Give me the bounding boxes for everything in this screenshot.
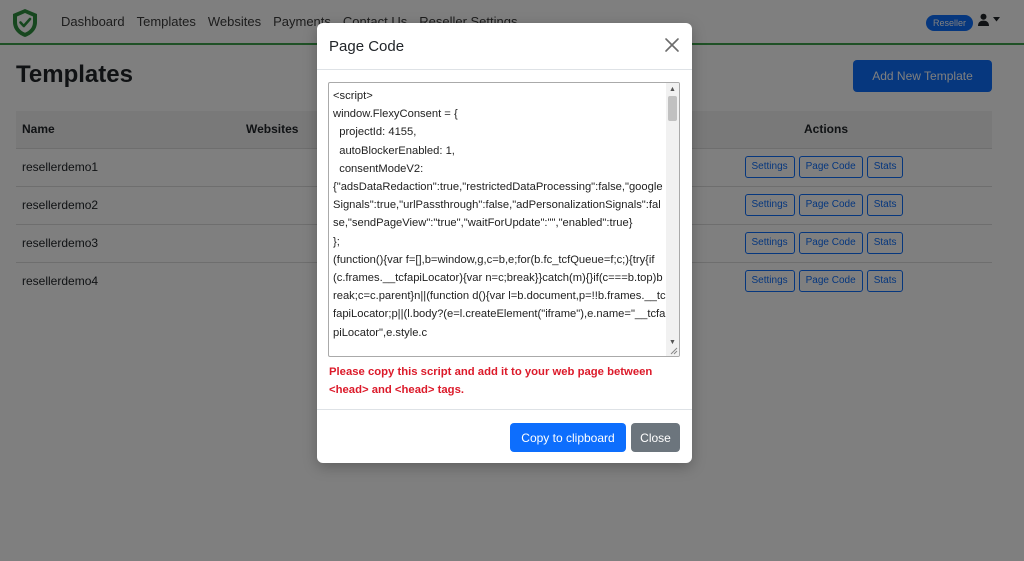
page-code-modal: Page Code <script> window.FlexyConsent =…	[317, 23, 692, 463]
copy-to-clipboard-button[interactable]: Copy to clipboard	[510, 423, 626, 452]
page-code-textarea[interactable]: <script> window.FlexyConsent = { project…	[328, 82, 680, 357]
modal-footer: Copy to clipboard Close	[317, 409, 692, 463]
close-button[interactable]: Close	[631, 423, 680, 452]
resize-grip-icon[interactable]	[669, 346, 678, 355]
code-scrollbar[interactable]: ▲ ▼	[666, 83, 679, 356]
modal-title: Page Code	[329, 38, 405, 55]
scroll-down-arrow-icon[interactable]: ▼	[669, 339, 676, 346]
modal-header: Page Code	[317, 23, 692, 70]
scroll-thumb[interactable]	[668, 96, 677, 121]
scroll-up-arrow-icon[interactable]: ▲	[669, 86, 676, 93]
copy-instruction-text: Please copy this script and add it to yo…	[329, 366, 653, 396]
page-code-text: <script> window.FlexyConsent = { project…	[333, 90, 666, 339]
close-icon[interactable]	[664, 37, 680, 53]
